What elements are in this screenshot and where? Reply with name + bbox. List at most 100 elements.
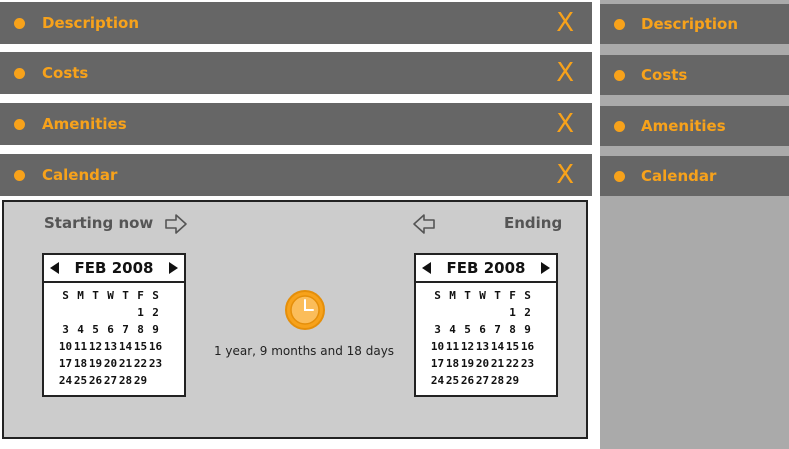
close-x-icon[interactable]: X bbox=[556, 111, 574, 137]
day-cell[interactable]: 17 bbox=[430, 357, 445, 374]
sidebar-item-description[interactable]: Description bbox=[600, 4, 789, 44]
day-cell[interactable]: 11 bbox=[73, 340, 88, 357]
chevron-left-icon[interactable] bbox=[50, 262, 59, 274]
end-calendar[interactable]: FEB 2008 S M T W T F S 1 2 3 4 5 6 7 8 9… bbox=[414, 253, 558, 397]
day-cell[interactable] bbox=[430, 306, 445, 323]
day-cell[interactable]: 11 bbox=[445, 340, 460, 357]
day-cell[interactable]: 22 bbox=[505, 357, 520, 374]
accordion-header-label: Costs bbox=[42, 64, 89, 82]
close-x-icon[interactable]: X bbox=[556, 10, 574, 36]
day-cell[interactable]: 8 bbox=[505, 323, 520, 340]
week-row: 10 11 12 13 14 15 16 bbox=[58, 340, 163, 357]
day-cell[interactable]: 20 bbox=[475, 357, 490, 374]
day-cell[interactable]: 4 bbox=[73, 323, 88, 340]
day-cell[interactable] bbox=[460, 306, 475, 323]
day-cell[interactable]: 7 bbox=[118, 323, 133, 340]
day-cell[interactable]: 13 bbox=[103, 340, 118, 357]
day-cell[interactable]: 23 bbox=[148, 357, 163, 374]
day-cell[interactable] bbox=[490, 306, 505, 323]
day-cell[interactable] bbox=[88, 306, 103, 323]
day-cell[interactable]: 29 bbox=[133, 374, 148, 391]
day-cell[interactable]: 28 bbox=[118, 374, 133, 391]
day-cell[interactable] bbox=[148, 374, 163, 391]
day-cell[interactable] bbox=[73, 306, 88, 323]
day-cell[interactable]: 9 bbox=[148, 323, 163, 340]
calendar-month: FEB 2008 bbox=[74, 259, 154, 277]
day-cell[interactable]: 26 bbox=[460, 374, 475, 391]
day-cell[interactable]: 29 bbox=[505, 374, 520, 391]
day-cell[interactable]: 4 bbox=[445, 323, 460, 340]
day-cell[interactable]: 1 bbox=[505, 306, 520, 323]
day-cell[interactable]: 16 bbox=[520, 340, 535, 357]
day-cell[interactable] bbox=[103, 306, 118, 323]
day-cell[interactable]: 16 bbox=[148, 340, 163, 357]
bullet-dot-icon bbox=[14, 170, 25, 181]
day-cell[interactable]: 15 bbox=[133, 340, 148, 357]
day-cell[interactable] bbox=[58, 306, 73, 323]
day-cell[interactable]: 5 bbox=[460, 323, 475, 340]
day-cell[interactable]: 3 bbox=[430, 323, 445, 340]
day-cell[interactable]: 10 bbox=[58, 340, 73, 357]
day-cell[interactable]: 21 bbox=[118, 357, 133, 374]
day-cell[interactable] bbox=[118, 306, 133, 323]
sidebar-item-calendar[interactable]: Calendar bbox=[600, 156, 789, 196]
accordion-header-amenities[interactable]: Amenities X bbox=[0, 103, 592, 145]
day-cell[interactable]: 24 bbox=[58, 374, 73, 391]
calendar-panel: Starting now Ending FEB 2008 S M T W T F… bbox=[2, 200, 588, 439]
day-cell[interactable]: 23 bbox=[520, 357, 535, 374]
chevron-left-icon[interactable] bbox=[422, 262, 431, 274]
day-cell[interactable]: 27 bbox=[103, 374, 118, 391]
close-x-icon[interactable]: X bbox=[556, 60, 574, 86]
start-calendar[interactable]: FEB 2008 S M T W T F S 1 2 3 4 5 6 7 8 9… bbox=[42, 253, 186, 397]
day-cell[interactable]: 5 bbox=[88, 323, 103, 340]
day-cell[interactable]: 1 bbox=[133, 306, 148, 323]
arrow-right-icon[interactable] bbox=[164, 213, 188, 235]
chevron-right-icon[interactable] bbox=[169, 262, 178, 274]
day-cell[interactable] bbox=[445, 306, 460, 323]
weekday: T bbox=[464, 289, 471, 302]
day-cell[interactable] bbox=[520, 374, 535, 391]
end-label: Ending bbox=[504, 214, 563, 232]
day-cell[interactable]: 28 bbox=[490, 374, 505, 391]
chevron-right-icon[interactable] bbox=[541, 262, 550, 274]
day-cell[interactable]: 14 bbox=[118, 340, 133, 357]
day-cell[interactable]: 12 bbox=[460, 340, 475, 357]
day-cell[interactable]: 25 bbox=[445, 374, 460, 391]
day-cell[interactable]: 6 bbox=[475, 323, 490, 340]
day-cell[interactable]: 27 bbox=[475, 374, 490, 391]
day-cell[interactable]: 18 bbox=[445, 357, 460, 374]
day-cell[interactable]: 8 bbox=[133, 323, 148, 340]
day-cell[interactable]: 19 bbox=[460, 357, 475, 374]
accordion-header-costs[interactable]: Costs X bbox=[0, 52, 592, 94]
day-cell[interactable]: 24 bbox=[430, 374, 445, 391]
day-cell[interactable]: 19 bbox=[88, 357, 103, 374]
bullet-dot-icon bbox=[614, 70, 625, 81]
accordion-header-description[interactable]: Description X bbox=[0, 2, 592, 44]
day-cell[interactable]: 10 bbox=[430, 340, 445, 357]
day-cell[interactable]: 22 bbox=[133, 357, 148, 374]
day-cell[interactable]: 21 bbox=[490, 357, 505, 374]
day-cell[interactable]: 13 bbox=[475, 340, 490, 357]
day-cell[interactable]: 25 bbox=[73, 374, 88, 391]
day-cell[interactable] bbox=[475, 306, 490, 323]
day-cell[interactable]: 14 bbox=[490, 340, 505, 357]
day-cell[interactable]: 6 bbox=[103, 323, 118, 340]
accordion-header-calendar[interactable]: Calendar X bbox=[0, 154, 592, 196]
day-cell[interactable]: 20 bbox=[103, 357, 118, 374]
day-cell[interactable]: 15 bbox=[505, 340, 520, 357]
sidebar-item-costs[interactable]: Costs bbox=[600, 55, 789, 95]
arrow-left-icon[interactable] bbox=[412, 213, 436, 235]
day-cell[interactable]: 26 bbox=[88, 374, 103, 391]
day-cell[interactable]: 2 bbox=[520, 306, 535, 323]
day-cell[interactable]: 3 bbox=[58, 323, 73, 340]
weekday: F bbox=[137, 289, 144, 302]
day-cell[interactable]: 2 bbox=[148, 306, 163, 323]
day-cell[interactable]: 9 bbox=[520, 323, 535, 340]
day-cell[interactable]: 12 bbox=[88, 340, 103, 357]
sidebar-item-amenities[interactable]: Amenities bbox=[600, 106, 789, 146]
day-cell[interactable]: 7 bbox=[490, 323, 505, 340]
sidebar-item-label: Amenities bbox=[641, 117, 726, 135]
close-x-icon[interactable]: X bbox=[556, 162, 574, 188]
day-cell[interactable]: 18 bbox=[73, 357, 88, 374]
day-cell[interactable]: 17 bbox=[58, 357, 73, 374]
